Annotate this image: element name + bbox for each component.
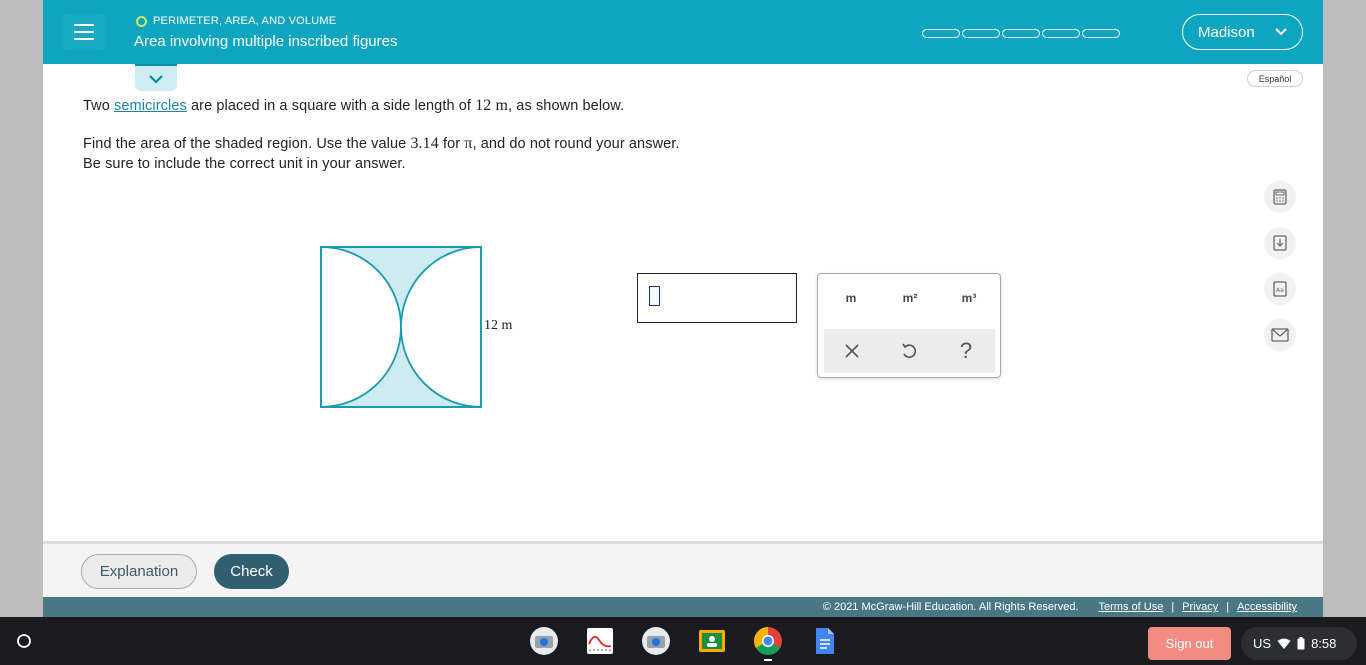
topic-label: PERIMETER, AREA, AND VOLUME	[153, 15, 337, 27]
app-window: PERIMETER, AREA, AND VOLUME Area involvi…	[43, 0, 1323, 617]
problem-text: , as shown below.	[508, 98, 625, 114]
language-toggle-button[interactable]: Español	[1247, 70, 1303, 87]
docs-app[interactable]	[808, 625, 840, 657]
progress-segment	[1042, 29, 1080, 38]
progress-bar	[922, 29, 1120, 38]
system-tray[interactable]: US 8:58	[1241, 627, 1357, 660]
privacy-link[interactable]: Privacy	[1182, 601, 1218, 613]
os-taskbar: Sign out US 8:58	[0, 617, 1366, 665]
active-app-indicator	[764, 659, 772, 661]
close-icon	[845, 344, 859, 358]
classroom-icon	[699, 630, 725, 652]
camera-app[interactable]	[640, 625, 672, 657]
hamburger-line	[74, 38, 94, 40]
check-button[interactable]: Check	[214, 554, 289, 589]
launcher-button[interactable]	[10, 627, 38, 655]
problem-line-2: Find the area of the shaded region. Use …	[83, 135, 680, 153]
problem-text: Find the area of the shaded region. Use …	[83, 136, 411, 152]
calculator-button[interactable]	[1264, 181, 1296, 213]
progress-segment	[1082, 29, 1120, 38]
chrome-app[interactable]	[752, 625, 784, 657]
problem-line-1: Two semicircles are placed in a square w…	[83, 97, 624, 115]
launcher-icon	[17, 634, 31, 648]
pi-symbol: π	[464, 135, 473, 152]
header-bar: PERIMETER, AREA, AND VOLUME Area involvi…	[43, 0, 1323, 64]
chrome-icon	[754, 627, 782, 655]
separator: |	[1226, 601, 1230, 613]
progress-segment	[962, 29, 1000, 38]
problem-line-3: Be sure to include the correct unit in y…	[83, 156, 406, 172]
unit-keypad: m m² m³ ?	[817, 273, 1001, 378]
problem-text: , and do not round your answer.	[472, 136, 680, 152]
camera-icon	[642, 627, 670, 655]
locale-label: US	[1253, 636, 1272, 651]
user-name: Madison	[1198, 23, 1255, 41]
topic-row: PERIMETER, AREA, AND VOLUME	[136, 15, 336, 27]
unit-m2-button[interactable]: m²	[890, 291, 930, 305]
glossary-button[interactable]: Aa	[1264, 273, 1296, 305]
separator: |	[1171, 601, 1175, 613]
sign-out-button[interactable]: Sign out	[1148, 627, 1231, 660]
input-cursor	[649, 286, 660, 306]
lesson-title: Area involving multiple inscribed figure…	[134, 33, 398, 50]
hamburger-line	[74, 31, 94, 33]
semicircles-glossary-link[interactable]: semicircles	[114, 98, 187, 114]
problem-text: Two	[83, 98, 115, 114]
side-length-value: 12 m	[475, 97, 509, 114]
wifi-icon	[1277, 638, 1291, 649]
wave-app[interactable]	[584, 625, 616, 657]
hamburger-icon	[74, 24, 94, 26]
legal-bar: © 2021 McGraw-Hill Education. All Rights…	[43, 597, 1323, 617]
classroom-app[interactable]	[696, 625, 728, 657]
clock-time: 8:58	[1311, 636, 1337, 651]
keypad-action-row: ?	[824, 329, 995, 373]
problem-text: are placed in a square with a side lengt…	[186, 98, 476, 114]
message-button[interactable]	[1264, 319, 1296, 351]
chevron-down-icon	[1275, 28, 1287, 36]
camera-icon	[530, 627, 558, 655]
unit-m-button[interactable]: m	[831, 291, 871, 305]
square-semicircles-figure	[320, 246, 482, 408]
collapse-header-toggle[interactable]	[135, 64, 177, 91]
chevron-down-icon	[149, 74, 163, 84]
ebook-button[interactable]	[1264, 227, 1296, 259]
clear-button[interactable]	[840, 339, 864, 363]
topic-status-icon	[136, 15, 147, 27]
copyright-text: © 2021 McGraw-Hill Education. All Rights…	[822, 601, 1079, 613]
menu-button[interactable]	[61, 14, 107, 50]
problem-text: for	[438, 136, 465, 152]
wave-app-icon	[587, 628, 613, 654]
undo-button[interactable]	[897, 339, 921, 363]
user-menu-button[interactable]: Madison	[1182, 14, 1303, 50]
help-button[interactable]: ?	[954, 338, 978, 363]
mail-icon	[1271, 328, 1289, 342]
unit-m3-button[interactable]: m³	[949, 291, 989, 305]
undo-icon	[902, 343, 917, 358]
ebook-icon	[1273, 235, 1287, 251]
calculator-icon	[1273, 189, 1287, 205]
answer-input[interactable]	[637, 273, 797, 323]
svg-text:Aa: Aa	[1276, 287, 1284, 294]
accessibility-link[interactable]: Accessibility	[1237, 601, 1297, 613]
progress-segment	[1002, 29, 1040, 38]
side-length-label: 12 m	[484, 318, 513, 333]
pi-value: 3.14	[410, 135, 439, 152]
glossary-icon: Aa	[1273, 281, 1287, 297]
progress-segment	[922, 29, 960, 38]
battery-icon	[1297, 637, 1305, 650]
camera-app[interactable]	[528, 625, 560, 657]
explanation-button[interactable]: Explanation	[81, 554, 197, 589]
docs-icon	[816, 628, 834, 654]
terms-link[interactable]: Terms of Use	[1099, 601, 1164, 613]
